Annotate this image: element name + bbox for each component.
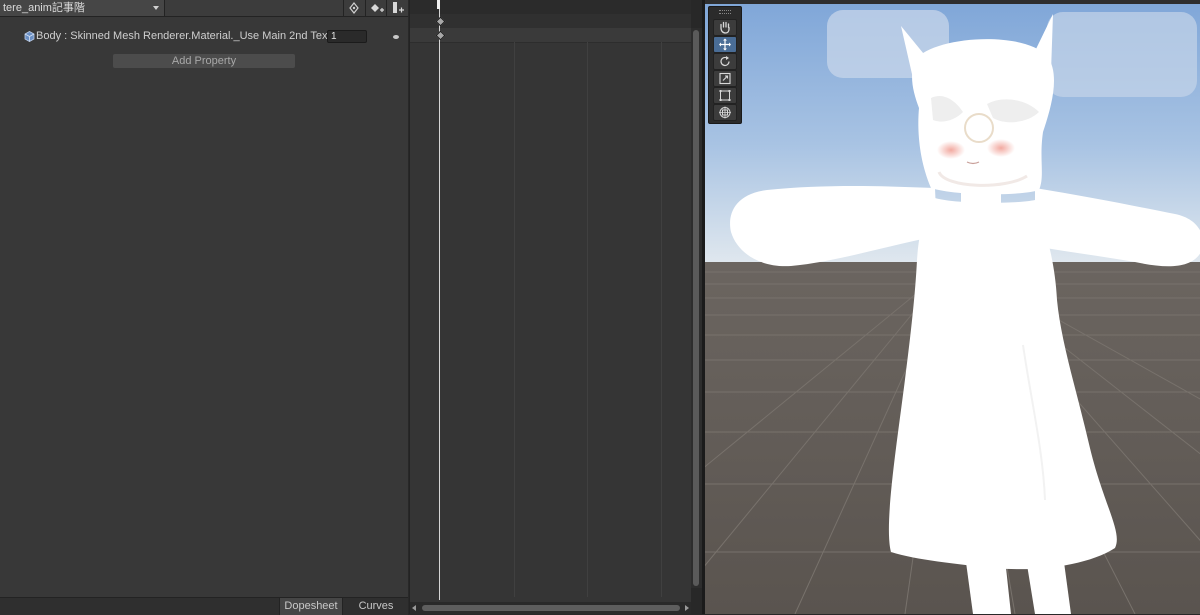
- scroll-left-icon[interactable]: [412, 605, 416, 611]
- dopesheet-timeline[interactable]: [409, 0, 691, 614]
- scene-view-header: [705, 0, 1200, 4]
- rotate-tool-button[interactable]: [713, 53, 737, 70]
- hand-icon: [720, 21, 730, 34]
- transform-tool-button[interactable]: [713, 104, 737, 121]
- timeline-ruler[interactable]: [410, 0, 691, 14]
- rotate-icon: [720, 56, 730, 67]
- add-keyframe-button[interactable]: [365, 0, 388, 16]
- horizontal-scrollbar[interactable]: [410, 602, 691, 614]
- scale-icon: [719, 72, 731, 85]
- tab-curves[interactable]: Curves: [342, 598, 409, 615]
- grid-line: [587, 42, 588, 597]
- add-event-point-button[interactable]: [343, 0, 366, 16]
- transform-icon: [719, 106, 731, 119]
- tab-dopesheet[interactable]: Dopesheet: [279, 598, 342, 615]
- add-property-button[interactable]: Add Property: [113, 54, 295, 68]
- animation-property-panel: tere_anim記事階 Body : Skinned Mesh Rendere…: [0, 0, 408, 615]
- view-mode-bar: Dopesheet Curves: [0, 597, 408, 615]
- keyframe-row[interactable]: [410, 28, 691, 43]
- rect-tool-button[interactable]: [713, 87, 737, 104]
- horizontal-scroll-thumb[interactable]: [422, 605, 680, 611]
- clip-name: tere_anim記事階: [3, 2, 85, 14]
- hand-tool-button[interactable]: [713, 19, 737, 36]
- animation-toolbar: tere_anim記事階: [0, 0, 408, 17]
- playhead-handle[interactable]: [437, 0, 440, 9]
- add-event-point-icon: [349, 2, 359, 14]
- move-arrows-icon: [719, 38, 731, 51]
- scene-render: [705, 0, 1200, 614]
- add-event-icon: [393, 2, 404, 13]
- add-event-button[interactable]: [386, 0, 409, 16]
- vertical-scroll-thumb[interactable]: [693, 30, 699, 586]
- grid-line: [661, 42, 662, 597]
- property-options-icon[interactable]: [393, 35, 399, 39]
- rect-transform-icon: [719, 90, 731, 101]
- animated-property-row[interactable]: Body : Skinned Mesh Renderer.Material._U…: [0, 28, 408, 45]
- palette-drag-handle[interactable]: [719, 10, 731, 14]
- scale-tool-button[interactable]: [713, 70, 737, 87]
- playhead-line: [439, 0, 440, 600]
- skinned-mesh-renderer-icon: [24, 31, 35, 42]
- summary-row[interactable]: [410, 14, 691, 28]
- add-keyframe-icon: [371, 4, 384, 12]
- tool-palette: [708, 6, 742, 124]
- clip-selector-dropdown[interactable]: tere_anim記事階: [0, 0, 165, 16]
- scene-view[interactable]: [705, 0, 1200, 614]
- grid-line: [514, 42, 515, 597]
- dropdown-arrow-icon: [153, 6, 159, 10]
- property-value-field[interactable]: 1: [327, 30, 367, 43]
- move-tool-button[interactable]: [713, 36, 737, 53]
- scroll-right-icon[interactable]: [685, 605, 689, 611]
- property-label: Body : Skinned Mesh Renderer.Material._U…: [36, 30, 328, 42]
